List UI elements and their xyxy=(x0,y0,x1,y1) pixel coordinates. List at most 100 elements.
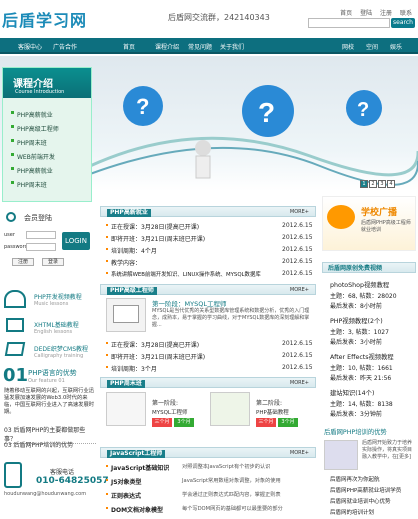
user-label: user xyxy=(4,232,15,238)
engineer-thumbnail[interactable] xyxy=(106,298,146,332)
list-date: 2012.6.15 xyxy=(282,364,313,371)
book-icon xyxy=(6,318,24,332)
weekend-thumbnail[interactable] xyxy=(210,392,250,426)
course-item[interactable]: PHP高级工程师 xyxy=(11,124,59,133)
js-desc: 对照调整本JavaScript有个初步的认识 xyxy=(182,464,271,470)
more-link[interactable]: MORE+ xyxy=(290,380,309,386)
forum-stats: 主题：14, 帖数：8138 xyxy=(330,401,393,408)
password-label: password xyxy=(4,244,28,250)
js-topic[interactable]: DOM文档对象模型 xyxy=(106,505,163,514)
video-title[interactable]: DEDE织梦CMS教程 xyxy=(34,344,88,353)
advantage-text: 随着移动互联网的兴起，互联网行业迅猛发展加速发展的Web3.0时代的来临，中国互… xyxy=(4,388,95,415)
course-item[interactable]: WEB前端开发 xyxy=(11,152,55,161)
right-link[interactable]: 后盾网PHP高薪就业培训学员 xyxy=(330,486,401,494)
course-item[interactable]: PHP周末班 xyxy=(11,180,47,189)
price-badge: 3个月 xyxy=(174,418,194,427)
carousel-dot[interactable]: 3 xyxy=(378,180,386,188)
nav-space[interactable]: 空间 xyxy=(366,42,378,51)
faq-link[interactable]: 03 后盾网PHP培训的优势 xyxy=(4,440,96,449)
list-item[interactable]: 系统讲解WEB前端开发知识、LINUX操作系统、MYSQL数据库 xyxy=(106,270,261,278)
register-button[interactable]: 注册 xyxy=(12,258,34,266)
js-topic[interactable]: 正则表达式 xyxy=(106,491,141,500)
nav-school[interactable]: 网校 xyxy=(342,42,354,51)
js-topic[interactable]: JS对象类型 xyxy=(106,477,142,486)
video-title[interactable]: XHTML基础教程 xyxy=(34,320,79,329)
tel-email[interactable]: houdunwang@houdunwang.com xyxy=(4,491,86,497)
pen-icon xyxy=(4,342,26,356)
days-badge: 三个月 xyxy=(256,418,276,427)
nav-course[interactable]: 课程介绍 xyxy=(155,42,179,51)
nav-faq[interactable]: 常见问题 xyxy=(188,42,212,51)
password-field[interactable] xyxy=(26,243,56,251)
site-logo[interactable]: 后盾学习网 xyxy=(2,7,87,31)
carousel-dot[interactable]: 2 xyxy=(369,180,377,188)
course-item[interactable]: PHP高薪就业 xyxy=(11,166,53,175)
list-item[interactable]: 正在授课：3月28日(提高已开课) xyxy=(106,340,199,349)
forum-last: 最后发表：3小时前 xyxy=(330,339,382,346)
advantage-number: 01 xyxy=(3,365,29,386)
top-link-home[interactable]: 首页 xyxy=(340,10,352,17)
engineer-desc: MYSQL是当代优秀的关系型数据库管理系统和数据分析，优秀的入门理念，成熟本，易… xyxy=(152,308,310,328)
course-menu-subtitle: Course Introduction xyxy=(15,89,65,95)
list-item[interactable]: 即将开班：3月21日(周末班已开课) xyxy=(106,234,205,243)
nav-about[interactable]: 关于我们 xyxy=(220,42,244,51)
list-item[interactable]: 即将开班：3月21日(周末班已开课) xyxy=(106,352,205,361)
js-topic[interactable]: JavaScript基础知识 xyxy=(106,463,169,472)
forum-last: 最后发表：昨天 21:56 xyxy=(330,375,392,382)
nav-ads[interactable]: 广告合作 xyxy=(53,42,77,51)
section-header-free-videos: 后盾网原创免费视频 xyxy=(322,262,416,273)
forum-name[interactable]: 建站知识(14个) xyxy=(330,388,374,397)
engineer-stage[interactable]: 第一阶段：MYSQL工程师 xyxy=(152,298,226,308)
login-button[interactable]: LOGIN xyxy=(62,232,90,250)
top-link-contact[interactable]: 联系 xyxy=(400,10,412,17)
more-link[interactable]: MORE+ xyxy=(290,209,309,215)
section-title: JavaScript工程师 xyxy=(107,450,166,458)
more-link[interactable]: MORE+ xyxy=(290,287,309,293)
video-title[interactable]: PHP开发视频教程 xyxy=(34,292,82,301)
weekend-course-2[interactable]: PHP基础教程 xyxy=(256,408,289,416)
course-item[interactable]: PHP高薪就业 xyxy=(11,110,53,119)
login-small-button[interactable]: 登录 xyxy=(42,258,64,266)
forum-last: 最后发表：8小时前 xyxy=(330,303,382,310)
weekend-stage-1: 第一阶段: xyxy=(152,400,179,407)
intro-title[interactable]: 后盾网PHP培训的优势 xyxy=(324,427,387,436)
user-icon xyxy=(6,212,16,222)
nav-service[interactable]: 客服中心 xyxy=(18,42,42,51)
weekend-thumbnail[interactable] xyxy=(106,392,146,426)
right-link[interactable]: 后盾网再次为你起航 xyxy=(330,475,380,483)
carousel-dot[interactable]: 4 xyxy=(387,180,395,188)
list-date: 2012.6.15 xyxy=(282,234,313,241)
tv-icon xyxy=(327,205,355,229)
top-link-register[interactable]: 注册 xyxy=(380,10,392,17)
course-item[interactable]: PHP周末班 xyxy=(11,138,47,147)
nav-home[interactable]: 首页 xyxy=(123,42,135,51)
list-item[interactable]: 教学内容： xyxy=(106,258,141,267)
username-field[interactable] xyxy=(26,231,56,239)
right-link[interactable]: 后盾网就业培训中心优势 xyxy=(330,497,391,505)
forum-name[interactable]: photoShop视频教程 xyxy=(330,280,389,289)
intro-text: 后盾网开始致力于培养实际操作，将真实项目融入教学中，在[更多] xyxy=(362,440,413,460)
list-item[interactable]: 培训周期：3个月 xyxy=(106,364,157,373)
nav-fun[interactable]: 娱乐 xyxy=(390,42,402,51)
video-sub: Music lessons xyxy=(34,301,69,307)
intro-thumbnail[interactable] xyxy=(324,440,358,470)
search-button[interactable]: search xyxy=(391,18,415,28)
section-header-js: JavaScript工程师 MORE+ xyxy=(100,447,316,458)
js-desc: 每个写DOM网页的基础都可以最重要的部分 xyxy=(182,506,283,512)
top-link-login[interactable]: 登陆 xyxy=(360,10,372,17)
search-input[interactable] xyxy=(308,18,390,28)
list-item[interactable]: 培训周期：4个月 xyxy=(106,246,157,255)
js-desc: JavaScript常用数组对象调整，对象的使用 xyxy=(182,478,281,484)
right-link[interactable]: 后盾网的培训计划 xyxy=(330,508,374,516)
weekend-course-1[interactable]: MYSQL工程师 xyxy=(152,408,188,416)
more-link[interactable]: MORE+ xyxy=(290,450,309,456)
forum-name[interactable]: PHP视频教程(2个) xyxy=(330,316,383,325)
broadcast-ad[interactable]: 学校广播 后盾网PHP高级工程师就业培训 xyxy=(322,196,416,251)
list-date: 2012.6.15 xyxy=(282,270,313,277)
carousel-dot[interactable]: 1 xyxy=(360,180,368,188)
top-links: 首页 登陆 注册 联系 xyxy=(334,8,412,17)
video-sub: Calligraphy training xyxy=(34,353,84,359)
carousel-dots: 1234 xyxy=(359,180,395,188)
forum-name[interactable]: After Effects视频教程 xyxy=(330,352,394,361)
list-item[interactable]: 正在授课：3月28日(提高已开课) xyxy=(106,222,199,231)
